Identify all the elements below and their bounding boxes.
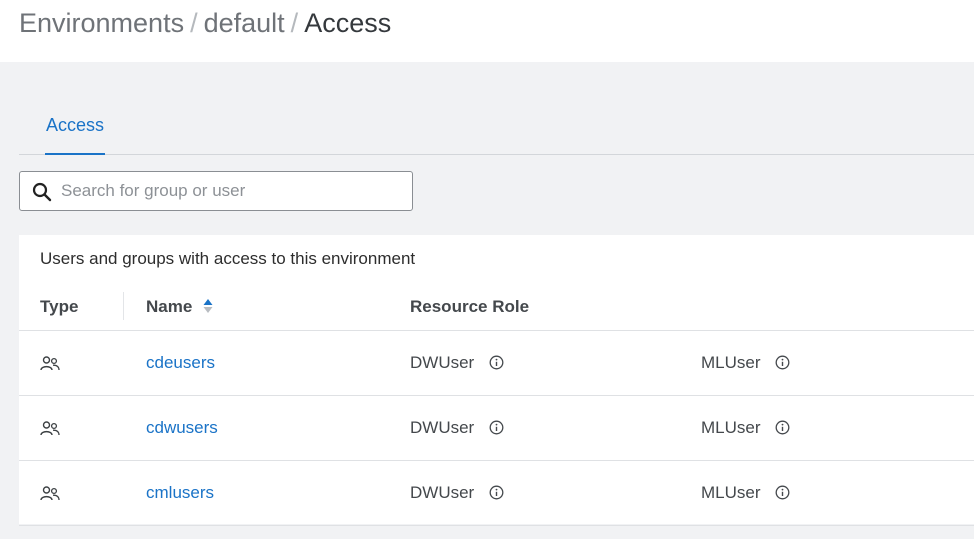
role-cell: DWUser (410, 418, 504, 438)
info-icon[interactable] (489, 355, 504, 370)
role-label: DWUser (410, 353, 475, 372)
active-tab-indicator (45, 153, 105, 155)
role-cell: MLUser (701, 353, 790, 373)
column-header-resource-role: Resource Role (410, 297, 530, 316)
table-row: cmlusers DWUser MLUser (19, 461, 974, 526)
info-icon[interactable] (775, 485, 790, 500)
column-header-type: Type (40, 297, 79, 316)
access-panel: Users and groups with access to this env… (19, 235, 974, 526)
table-row: cdeusers DWUser MLUser (19, 331, 974, 396)
role-label: MLUser (701, 353, 761, 372)
breadcrumb-environments-link[interactable]: Environments (19, 8, 184, 38)
row-name-link[interactable]: cdwusers (146, 418, 218, 438)
table-row: cdwusers DWUser MLUser (19, 396, 974, 461)
panel-title: Users and groups with access to this env… (40, 249, 416, 268)
tab-access-label: Access (45, 115, 105, 135)
role-label: MLUser (701, 483, 761, 502)
column-header-name[interactable]: Name (146, 297, 213, 317)
tab-bar: Access (19, 100, 974, 155)
group-icon (40, 486, 60, 501)
group-icon (40, 421, 60, 436)
role-cell: MLUser (701, 483, 790, 503)
search-box (19, 171, 413, 211)
breadcrumb-default-link[interactable]: default (204, 8, 285, 38)
info-icon[interactable] (489, 485, 504, 500)
info-icon[interactable] (489, 420, 504, 435)
row-name-link[interactable]: cdeusers (146, 353, 215, 373)
role-label: MLUser (701, 418, 761, 437)
breadcrumb-separator: / (290, 8, 299, 38)
breadcrumb-current: Access (304, 8, 392, 38)
page-header: Environments / default / Access (0, 0, 974, 62)
table-header: Type Name Resource Role (19, 285, 974, 331)
sort-ascending-icon[interactable] (203, 298, 213, 314)
group-icon (40, 356, 60, 371)
info-icon[interactable] (775, 420, 790, 435)
row-name-link[interactable]: cmlusers (146, 483, 214, 503)
search-icon (32, 182, 52, 202)
role-cell: DWUser (410, 483, 504, 503)
info-icon[interactable] (775, 355, 790, 370)
breadcrumb-separator: / (190, 8, 198, 38)
role-cell: DWUser (410, 353, 504, 373)
search-input[interactable] (61, 172, 401, 210)
role-label: DWUser (410, 483, 475, 502)
column-divider (123, 292, 124, 320)
tab-access[interactable]: Access (45, 100, 105, 155)
role-cell: MLUser (701, 418, 790, 438)
column-header-name-label: Name (146, 297, 193, 316)
role-label: DWUser (410, 418, 475, 437)
breadcrumb: Environments / default / Access (19, 8, 391, 39)
